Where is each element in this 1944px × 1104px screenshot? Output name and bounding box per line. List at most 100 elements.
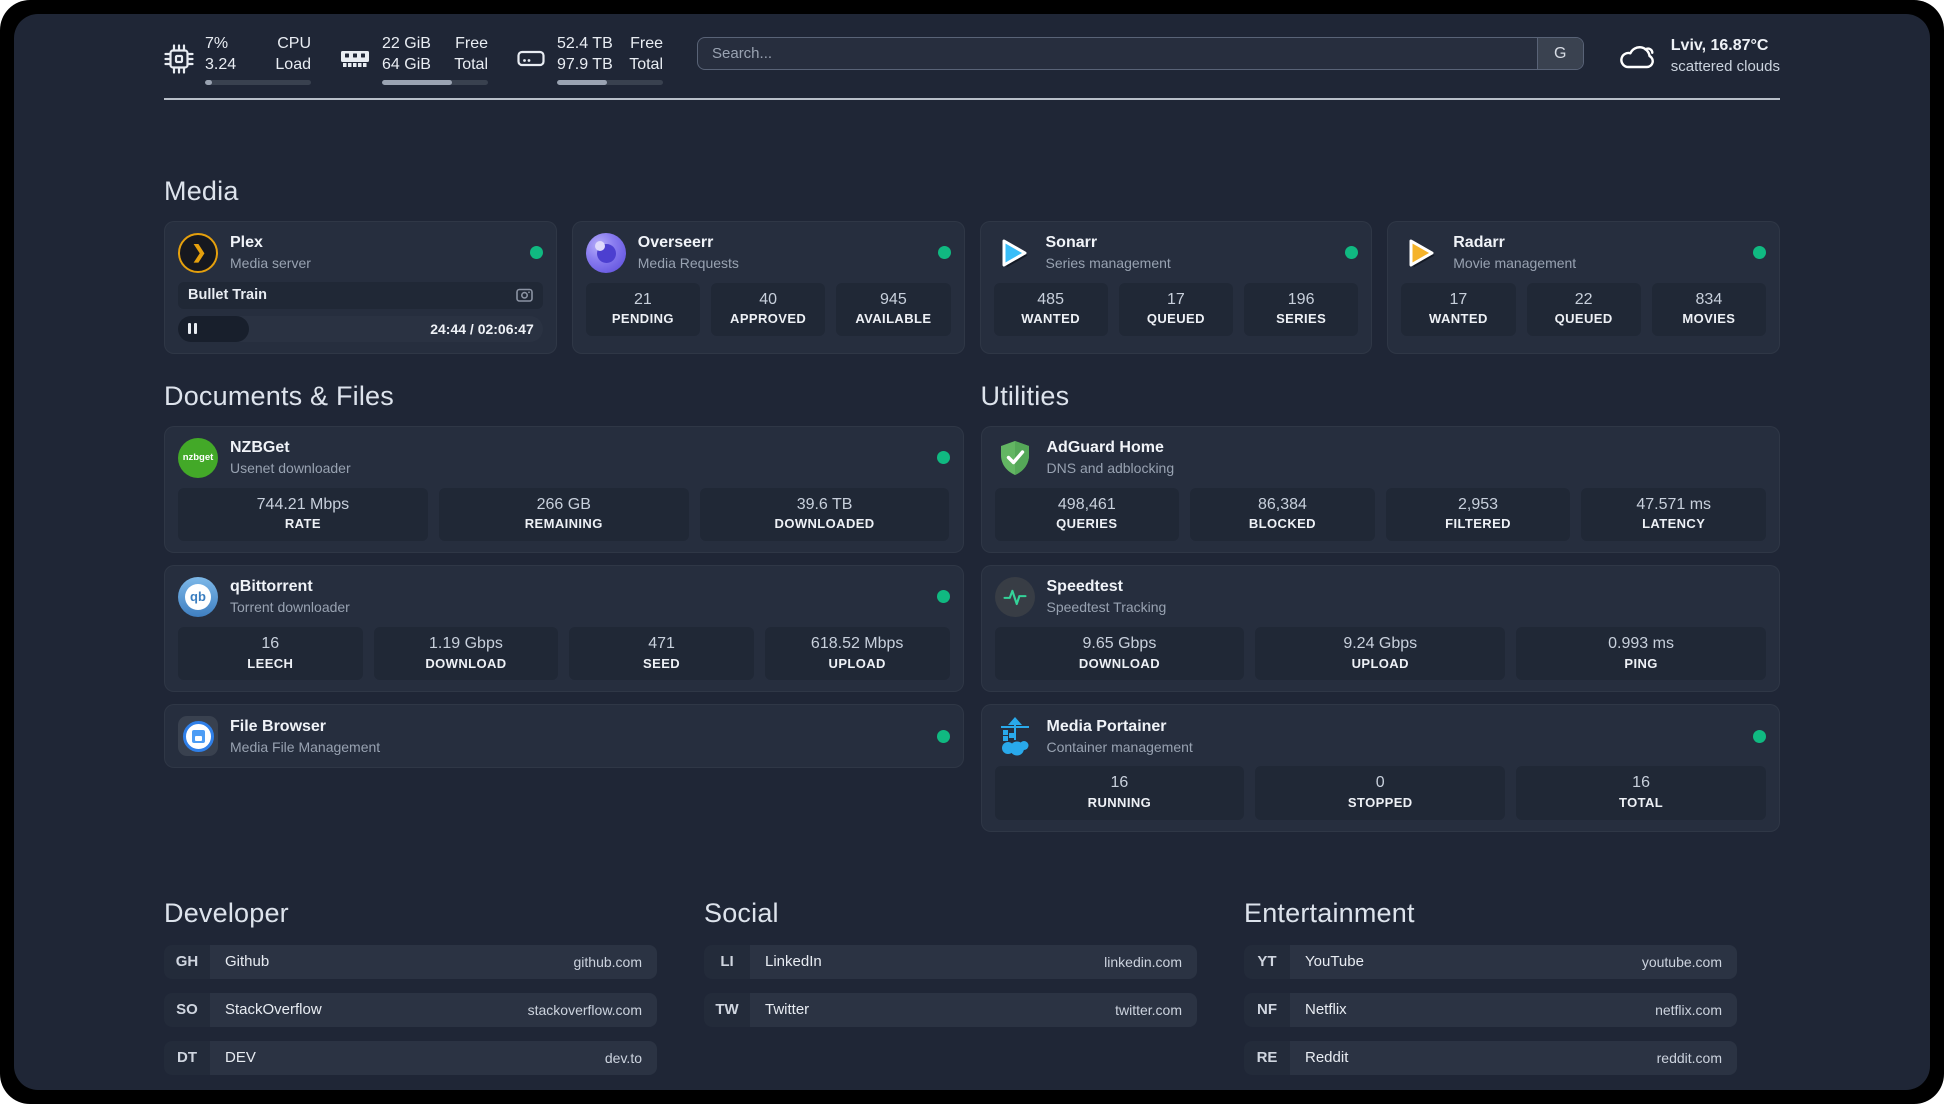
section-heading-media: Media <box>164 175 239 206</box>
stat-box: 9.24 Gbps UPLOAD <box>1255 626 1506 681</box>
top-bar: 7% 3.24 CPU Load 22 GiB 64 GiB Free Tota… <box>164 34 1780 85</box>
stat-value: 16 <box>261 634 280 652</box>
stat-label: FILTERED <box>1445 516 1511 532</box>
bookmark-abbr: SO <box>164 992 210 1027</box>
stat-value: 0 <box>1375 774 1385 792</box>
stat-box: 485 WANTED <box>993 282 1108 336</box>
dashboard-page: 7% 3.24 CPU Load 22 GiB 64 GiB Free Tota… <box>14 14 1930 1090</box>
disk-total: 97.9 TB <box>557 55 613 73</box>
service-card-sonarr[interactable]: Sonarr Series management 485 WANTED 17 Q… <box>979 220 1373 354</box>
bookmark-group-social: Social LI LinkedIn linkedin.com TW Twitt… <box>704 898 1197 1089</box>
stat-label: WANTED <box>1021 311 1080 327</box>
service-card-adguard[interactable]: AdGuard Home DNS and adblocking 498,461 … <box>980 425 1780 553</box>
stat-box: 498,461 QUERIES <box>994 487 1180 541</box>
now-playing-row: Bullet Train <box>178 281 543 309</box>
stat-label: QUERIES <box>1056 516 1118 532</box>
stat-value: 266 GB <box>536 495 591 513</box>
stat-label: DOWNLOAD <box>1078 655 1160 671</box>
bookmark-name: Github <box>225 953 270 971</box>
section-heading-entertainment: Entertainment <box>1244 897 1415 928</box>
service-card-portainer[interactable]: Media Portainer Container management 16 … <box>980 704 1780 832</box>
stat-value: 47.571 ms <box>1636 495 1712 513</box>
stat-value: 2,953 <box>1458 495 1499 513</box>
stat-box: 17 QUEUED <box>1118 282 1233 336</box>
stat-box: 2,953 FILTERED <box>1385 487 1571 541</box>
service-card-qbittorrent[interactable]: qb qBittorrent Torrent downloader 16 LEE… <box>164 564 964 693</box>
qbittorrent-icon: qb <box>178 576 218 617</box>
playback-progress-fill <box>178 315 250 342</box>
bookmark-dev[interactable]: DT DEV dev.to <box>164 1040 657 1075</box>
bookmark-reddit[interactable]: RE Reddit reddit.com <box>1244 1040 1737 1075</box>
stat-value: 16 <box>1632 774 1650 792</box>
stat-value: 22 <box>1574 290 1593 308</box>
memory-labels: Free Total <box>454 35 488 73</box>
service-description: Usenet downloader <box>230 459 351 476</box>
cpu-percent: 7% <box>205 35 229 52</box>
stat-value: 40 <box>759 290 778 308</box>
playback-time: 24:44 / 02:06:47 <box>430 320 534 337</box>
section-heading-utilities: Utilities <box>980 380 1070 411</box>
bookmark-github[interactable]: GH Github github.com <box>164 944 657 979</box>
bookmark-url: dev.to <box>604 1049 642 1066</box>
bookmark-youtube[interactable]: YT YouTube youtube.com <box>1244 944 1737 979</box>
bookmark-name: DEV <box>225 1049 256 1067</box>
weather-condition: scattered clouds <box>1670 57 1780 75</box>
bookmark-twitter[interactable]: TW Twitter twitter.com <box>704 992 1197 1027</box>
stat-label: AVAILABLE <box>855 311 932 327</box>
search-provider-button[interactable]: G <box>1536 38 1583 69</box>
stat-box: 86,384 BLOCKED <box>1190 487 1375 541</box>
disk-progress-fill <box>557 79 607 85</box>
stat-value: 21 <box>633 290 652 308</box>
service-name: Plex <box>230 234 263 252</box>
stat-box: 1.19 Gbps DOWNLOAD <box>373 626 559 681</box>
cpu-values: 7% 3.24 <box>205 34 236 76</box>
service-card-plex[interactable]: ❯ Plex Media server Bullet Train 24:44 /… <box>164 220 557 354</box>
bookmark-abbr: DT <box>164 1040 210 1075</box>
status-dot <box>936 451 950 465</box>
service-description: DNS and adblocking <box>1046 459 1175 476</box>
section-heading-developer: Developer <box>164 897 289 928</box>
documents-column: Documents & Files nzbget NZBGet Usenet d… <box>164 381 964 844</box>
camera-icon <box>515 288 533 302</box>
service-card-nzbget[interactable]: nzbget NZBGet Usenet downloader 744.21 M… <box>164 425 964 553</box>
stat-box: 471 SEED <box>569 626 754 681</box>
status-dot <box>529 246 543 260</box>
service-card-speedtest[interactable]: Speedtest Speedtest Tracking 9.65 Gbps D… <box>980 564 1780 693</box>
bookmark-url: youtube.com <box>1641 953 1722 970</box>
stat-value: 945 <box>880 290 907 308</box>
portainer-icon <box>995 716 1035 756</box>
service-description: Movie management <box>1453 254 1577 271</box>
now-playing-title: Bullet Train <box>188 287 267 304</box>
bookmark-group-developer: Developer GH Github github.com SO StackO… <box>164 898 657 1089</box>
stat-label: RATE <box>284 516 321 532</box>
resource-widgets: 7% 3.24 CPU Load 22 GiB 64 GiB Free Tota… <box>164 34 663 85</box>
service-card-filebrowser[interactable]: File Browser Media File Management <box>164 704 964 769</box>
bookmark-netflix[interactable]: NF Netflix netflix.com <box>1244 992 1737 1027</box>
service-name: File Browser <box>230 717 327 735</box>
stat-value: 86,384 <box>1257 495 1307 513</box>
overseerr-icon <box>585 232 626 273</box>
cpu-icon <box>164 44 194 74</box>
memory-values: 22 GiB 64 GiB <box>382 34 431 76</box>
service-name: qBittorrent <box>230 578 313 596</box>
filebrowser-icon <box>178 716 218 757</box>
service-description: Speedtest Tracking <box>1046 599 1167 616</box>
search-input[interactable] <box>698 38 1537 69</box>
service-card-radarr[interactable]: Radarr Movie management 17 WANTED 22 QUE… <box>1387 220 1780 354</box>
stat-box: 0 STOPPED <box>1255 766 1506 820</box>
stat-value: 1.19 Gbps <box>429 634 503 652</box>
bookmark-group-entertainment: Entertainment YT YouTube youtube.com NF … <box>1244 898 1737 1089</box>
playback-progress-bar: 24:44 / 02:06:47 <box>178 315 543 342</box>
nzbget-icon: nzbget <box>178 437 218 478</box>
stat-box: 945 AVAILABLE <box>836 282 951 336</box>
service-description: Container management <box>1046 738 1193 755</box>
memory-free: 22 GiB <box>382 35 431 52</box>
bookmark-linkedin[interactable]: LI LinkedIn linkedin.com <box>704 944 1197 979</box>
stat-box: 22 QUEUED <box>1526 282 1641 336</box>
service-name: Speedtest <box>1046 578 1123 596</box>
utilities-column: Utilities AdGuard Home DNS and adblockin… <box>980 380 1780 844</box>
bookmark-stackoverflow[interactable]: SO StackOverflow stackoverflow.com <box>164 992 657 1027</box>
screenshot-frame: 7% 3.24 CPU Load 22 GiB 64 GiB Free Tota… <box>0 0 1944 1104</box>
cpu-progress-fill <box>205 79 213 85</box>
service-card-overseerr[interactable]: Overseerr Media Requests 21 PENDING 40 A… <box>571 220 965 354</box>
